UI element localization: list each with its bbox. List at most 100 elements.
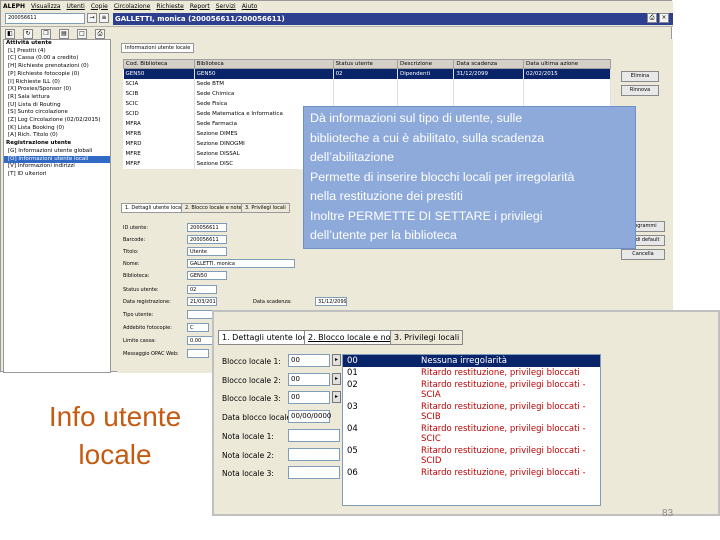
block3-field[interactable]: 00 (288, 391, 330, 404)
option-desc: Ritardo restituzione, privilegi bloccati… (421, 468, 586, 478)
note1-field[interactable] (288, 429, 340, 442)
photocopy-field[interactable]: C (187, 323, 209, 332)
column-header[interactable]: Biblioteca (193, 59, 334, 69)
tree-item[interactable]: [U] Lista di Routing (4, 102, 110, 110)
menu-servizi[interactable]: Servizi (216, 3, 236, 10)
tree-item[interactable]: [Z] Log Circolazione (02/02/2015) (4, 117, 110, 125)
tree-item[interactable]: [I] Richieste ILL (0) (4, 79, 110, 87)
option-item[interactable]: 01 Ritardo restituzione, privilegi blocca… (343, 367, 600, 379)
list-icon[interactable]: ≡ (99, 13, 109, 23)
callout-line: Inoltre PERMETTE DI SETTARE i privilegi (310, 208, 543, 223)
menu-report[interactable]: Report (190, 3, 210, 10)
option-item[interactable]: 04 Ritardo restituzione, privilegi blocca… (343, 423, 600, 445)
tree-toggle-icon[interactable]: ◧ (5, 29, 15, 39)
form-tab-details[interactable]: 1. Dettagli utente locale (121, 203, 190, 213)
option-item[interactable]: 02 Ritardo restituzione, privilegi blocca… (343, 379, 600, 401)
copy-icon[interactable]: ❐ (41, 29, 51, 39)
table-cell: SCID (123, 108, 195, 119)
form-tab-block[interactable]: 2. Blocco locale e note (181, 203, 246, 213)
option-code: 06 (347, 468, 358, 478)
column-header[interactable]: Cod. Biblioteca (123, 59, 195, 69)
table-cell (397, 88, 455, 99)
exp-date-field[interactable]: 31/12/2099 (315, 297, 347, 306)
column-header[interactable]: Data scadenza (453, 59, 525, 69)
new-icon[interactable]: □ (77, 29, 87, 39)
table-row[interactable]: SCIB Sede Chimica (123, 88, 611, 99)
tree-item[interactable]: [R] Sala lettura (4, 94, 110, 102)
tree-item-selected[interactable]: [O] Informazioni utente locali (4, 155, 110, 164)
barcode-field[interactable]: 200056611 (187, 235, 227, 244)
table-cell: SCIC (123, 98, 195, 109)
tree-item[interactable]: [H] Richieste prenotazioni (0) (4, 63, 110, 71)
opac-msg-field[interactable] (187, 349, 209, 358)
title-field[interactable]: Utente (187, 247, 227, 256)
dropdown-arrow-icon[interactable]: ▸ (332, 354, 341, 366)
refresh-icon[interactable]: ↻ (23, 29, 33, 39)
cancel-button[interactable]: Cancella (621, 249, 665, 260)
library-field[interactable]: GEN50 (187, 271, 227, 280)
reg-date-label: Data registrazione: (123, 299, 171, 305)
tree-item[interactable]: [K] Lista Booking (0) (4, 125, 110, 133)
print-small-icon[interactable]: ⎙ (95, 29, 105, 39)
column-header[interactable]: Descrizione (397, 59, 455, 69)
arrow-right-icon[interactable]: → (87, 13, 97, 23)
tree-group-registration[interactable]: Registrazione utente (4, 140, 110, 148)
menu-utenti[interactable]: Utenti (67, 3, 85, 10)
menu-richieste[interactable]: Richieste (156, 3, 183, 10)
clipboard-icon[interactable]: ▤ (59, 29, 69, 39)
option-item[interactable]: 05 Ritardo restituzione, privilegi blocca… (343, 445, 600, 467)
tree-item[interactable]: [T] ID ulteriori (4, 171, 110, 179)
table-cell: MFRF (123, 158, 195, 169)
block-options-list[interactable]: 00 Nessuna irregolarità 01 Ritardo restitu… (342, 354, 601, 506)
option-item[interactable]: 00 Nessuna irregolarità (343, 355, 600, 367)
tree-item[interactable]: [A] Rich. Titolo (0) (4, 132, 110, 140)
tree-group-activity[interactable]: Attività utente (4, 40, 110, 48)
form-tab-privileges[interactable]: 3. Privilegi locali (241, 203, 290, 213)
zoom-tab-block[interactable]: 2. Blocco locale e note (304, 330, 403, 345)
name-field[interactable]: GALLETTI, monica (187, 259, 295, 268)
opac-msg-label: Messaggio OPAC Web: (123, 351, 179, 357)
menu-visualizza[interactable]: Visualizza (31, 3, 61, 10)
tree-item[interactable]: [G] Informazioni utente globali (4, 148, 110, 156)
tree-item[interactable]: [S] Sunto circolazione (4, 109, 110, 117)
column-header[interactable]: Data ultima azione (523, 59, 611, 69)
page-number: 83 (662, 508, 674, 519)
dropdown-arrow-icon[interactable]: ▸ (332, 391, 341, 403)
option-sub: SCIC (421, 434, 441, 444)
toolbar: 200056611 → ≡ GALLETTI, monica (20005661… (1, 11, 673, 27)
reg-date-field[interactable]: 21/03/2012 (187, 297, 217, 306)
tree-item[interactable]: [V] Informazioni indirizzi (4, 163, 110, 171)
delete-button[interactable]: Elimina (621, 71, 659, 82)
table-row[interactable]: GEN50 GEN50 02 Dipendenti 31/12/2099 02/02/20… (123, 68, 611, 79)
block2-field[interactable]: 00 (288, 373, 330, 386)
tree-item[interactable]: [C] Cassa (0.00 a credito) (4, 55, 110, 63)
note2-field[interactable] (288, 448, 340, 461)
patron-id-input[interactable]: 200056611 (5, 13, 85, 24)
id-field[interactable]: 200056611 (187, 223, 227, 232)
exp-date-label: Data scadenza: (253, 299, 292, 305)
block-date-field[interactable]: 00/00/0000 (288, 410, 331, 423)
menu-circolazione[interactable]: Circolazione (114, 3, 151, 10)
tree-item[interactable]: [P] Richieste fotocopie (0) (4, 71, 110, 79)
table-row[interactable]: SCIA Sede BTM (123, 78, 611, 89)
menu-aiuto[interactable]: Aiuto (242, 3, 258, 10)
tab-local-info[interactable]: Informazioni utente locale (121, 43, 195, 53)
renew-button[interactable]: Rinnova (621, 85, 659, 96)
dropdown-arrow-icon[interactable]: ▸ (332, 373, 341, 385)
status-field[interactable]: 02 (187, 285, 217, 294)
name-label: Nome: (123, 261, 140, 267)
tree-item[interactable]: [L] Prestiti (4) (4, 48, 110, 56)
zoom-tab-privileges[interactable]: 3. Privilegi locali (390, 330, 464, 345)
table-cell: GEN50 (194, 68, 334, 79)
table-cell: 31/12/2099 (453, 68, 525, 79)
option-item[interactable]: 06 Ritardo restituzione, privilegi blocca… (343, 467, 600, 479)
menu-copie[interactable]: Copie (91, 3, 108, 10)
block1-field[interactable]: 00 (288, 354, 330, 367)
note3-field[interactable] (288, 466, 340, 479)
close-icon[interactable]: × (659, 13, 669, 23)
column-header[interactable]: Status utente (332, 59, 399, 69)
print-icon[interactable]: ⎙ (647, 13, 657, 23)
option-item[interactable]: 03 Ritardo restituzione, privilegi blocca… (343, 401, 600, 423)
tree-item[interactable]: [X] Proxies/Sponsor (0) (4, 86, 110, 94)
type-label: Tipo utente: (123, 312, 154, 318)
